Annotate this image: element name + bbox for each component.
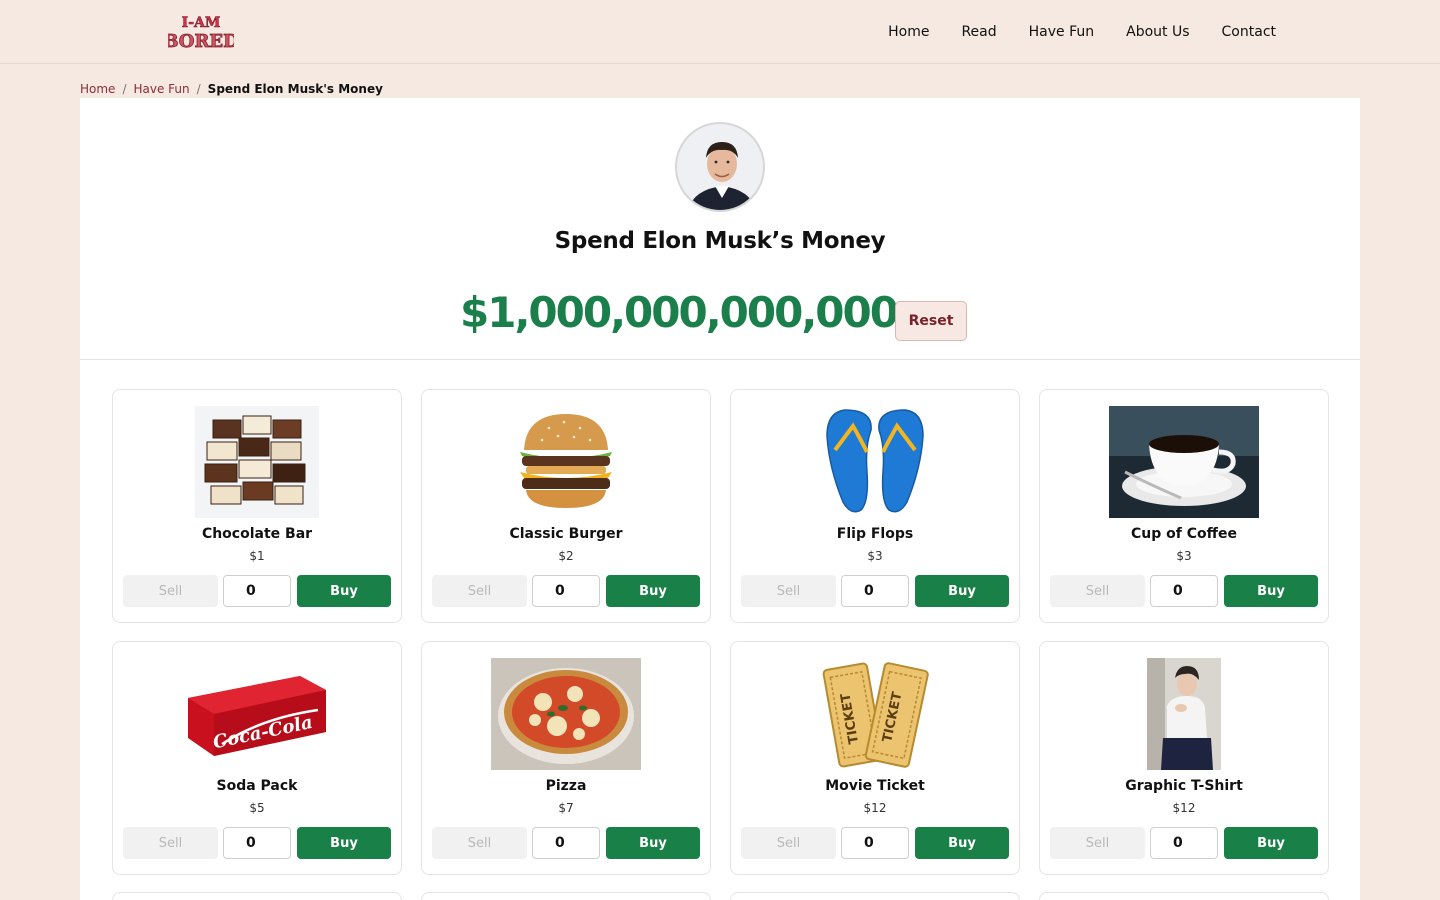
nav-read[interactable]: Read — [961, 24, 996, 40]
product-card: Graphic T-Shirt $12 Sell Buy — [1039, 641, 1329, 875]
product-name: Classic Burger — [509, 526, 623, 542]
quantity-input[interactable] — [1150, 575, 1218, 607]
product-name: Soda Pack — [216, 778, 298, 794]
breadcrumb-separator: / — [196, 82, 201, 96]
pizza-image — [422, 658, 710, 770]
elon-musk-avatar — [675, 122, 765, 212]
quantity-input[interactable] — [223, 827, 291, 859]
buy-button[interactable]: Buy — [606, 575, 700, 607]
buy-button[interactable]: Buy — [1224, 575, 1318, 607]
burger-image — [422, 406, 710, 518]
product-card: Pizza $7 Sell Buy — [421, 641, 711, 875]
product-price: $2 — [558, 549, 574, 563]
sell-button[interactable]: Sell — [123, 575, 218, 607]
quantity-input[interactable] — [223, 575, 291, 607]
coffee-image — [1040, 406, 1328, 518]
product-name: Flip Flops — [836, 526, 914, 542]
product-card-partial — [421, 892, 711, 900]
product-name: Pizza — [545, 778, 587, 794]
site-logo[interactable]: I-AM BORED — [168, 10, 234, 54]
movie-ticket-image: TICKET TICKET — [731, 658, 1019, 770]
sell-button[interactable]: Sell — [123, 827, 218, 859]
product-card: TICKET TICKET Movie Ticket $12 Sell Buy — [730, 641, 1020, 875]
product-price: $1 — [249, 549, 265, 563]
nav-have-fun[interactable]: Have Fun — [1029, 24, 1095, 40]
reset-button[interactable]: Reset — [895, 301, 967, 341]
product-card-partial — [112, 892, 402, 900]
product-card-partial — [1039, 892, 1329, 900]
flip-flops-image — [731, 406, 1019, 518]
sell-button[interactable]: Sell — [741, 575, 836, 607]
product-name: Chocolate Bar — [201, 526, 313, 542]
main-nav: Home Read Have Fun About Us Contact — [888, 0, 1276, 64]
product-card: Cup of Coffee $3 Sell Buy — [1039, 389, 1329, 623]
quantity-input[interactable] — [1150, 827, 1218, 859]
product-price: $3 — [867, 549, 883, 563]
sell-button[interactable]: Sell — [1050, 827, 1145, 859]
quantity-input[interactable] — [841, 827, 909, 859]
sell-button[interactable]: Sell — [432, 575, 527, 607]
product-card-partial — [730, 892, 1020, 900]
product-name: Cup of Coffee — [1131, 526, 1237, 542]
top-navbar: I-AM BORED Home Read Have Fun About Us C… — [0, 0, 1440, 64]
quantity-input[interactable] — [532, 827, 600, 859]
breadcrumb-home[interactable]: Home — [80, 82, 115, 96]
product-card: Coca-Cola Soda Pack $5 Sell Buy — [112, 641, 402, 875]
buy-button[interactable]: Buy — [915, 827, 1009, 859]
page-title: Spend Elon Musk’s Money — [554, 228, 886, 254]
product-name: Movie Ticket — [825, 778, 925, 794]
breadcrumb: Home / Have Fun / Spend Elon Musk's Mone… — [80, 80, 383, 98]
buy-button[interactable]: Buy — [606, 827, 700, 859]
product-card: Chocolate Bar $1 Sell Buy — [112, 389, 402, 623]
nav-home[interactable]: Home — [888, 24, 929, 40]
sell-button[interactable]: Sell — [1050, 575, 1145, 607]
nav-contact[interactable]: Contact — [1222, 24, 1276, 40]
hero-section: Spend Elon Musk’s Money $1,000,000,000,0… — [80, 98, 1360, 360]
quantity-input[interactable] — [841, 575, 909, 607]
product-price: $3 — [1176, 549, 1192, 563]
buy-button[interactable]: Buy — [915, 575, 1009, 607]
buy-button[interactable]: Buy — [297, 827, 391, 859]
breadcrumb-have-fun[interactable]: Have Fun — [133, 82, 189, 96]
buy-button[interactable]: Buy — [1224, 827, 1318, 859]
product-name: Graphic T-Shirt — [1125, 778, 1243, 794]
main-panel: Spend Elon Musk’s Money $1,000,000,000,0… — [80, 98, 1360, 900]
buy-button[interactable]: Buy — [297, 575, 391, 607]
quantity-input[interactable] — [532, 575, 600, 607]
t-shirt-image — [1040, 658, 1328, 770]
product-price: $7 — [558, 801, 574, 815]
product-card: Classic Burger $2 Sell Buy — [421, 389, 711, 623]
svg-text:I-AM: I-AM — [182, 15, 221, 31]
breadcrumb-current: Spend Elon Musk's Money — [207, 82, 383, 96]
svg-text:BORED: BORED — [168, 31, 234, 52]
product-price: $12 — [863, 801, 887, 815]
product-grid: Chocolate Bar $1 Sell Buy — [112, 389, 1329, 875]
product-price: $12 — [1172, 801, 1196, 815]
nav-about-us[interactable]: About Us — [1126, 24, 1189, 40]
soda-pack-image: Coca-Cola — [113, 658, 401, 770]
sell-button[interactable]: Sell — [432, 827, 527, 859]
sell-button[interactable]: Sell — [741, 827, 836, 859]
product-card: Flip Flops $3 Sell Buy — [730, 389, 1020, 623]
product-price: $5 — [249, 801, 265, 815]
chocolate-image — [113, 406, 401, 518]
money-balance: $1,000,000,000,000 — [460, 288, 899, 337]
breadcrumb-separator: / — [122, 82, 127, 96]
